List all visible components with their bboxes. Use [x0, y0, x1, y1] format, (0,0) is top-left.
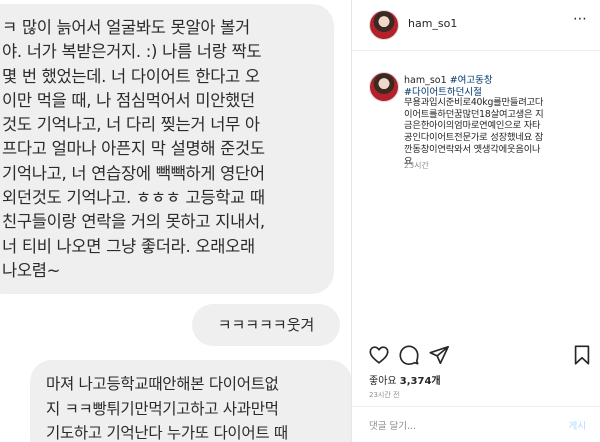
- caption-timestamp: 23시간: [404, 161, 429, 170]
- post-actions-bar: [368, 344, 593, 366]
- post-comment-button[interactable]: 게시: [569, 418, 586, 432]
- caption-text: 무용과입시준비로40kg를만들려고다 이어트를하던꿈많던18살여고생은 지 금은…: [404, 97, 544, 167]
- divider: [352, 406, 600, 407]
- likes-label: 좋아요: [369, 376, 397, 387]
- more-options-icon[interactable]: ⋯: [573, 12, 588, 26]
- chat-panel: ㅋ 많이 늙어서 얼굴봐도 못알아 볼거 야. 너가 복받은거지. :) 나름 …: [0, 0, 351, 442]
- likes-count[interactable]: 좋아요 3,374개: [369, 372, 441, 387]
- sent-message-bubble: ㅋㅋㅋㅋㅋ웃겨: [192, 304, 340, 346]
- comment-icon[interactable]: [398, 344, 420, 366]
- heart-icon[interactable]: [368, 344, 390, 366]
- caption-avatar[interactable]: [369, 72, 399, 102]
- bookmark-icon[interactable]: [571, 344, 593, 366]
- instagram-post-panel: ham_so1 ⋯ ham_so1 #여고동창 #다이어트하던시절 무용과입시준…: [351, 0, 600, 442]
- likes-number: 3,374개: [399, 376, 441, 387]
- post-username[interactable]: ham_so1: [408, 17, 457, 30]
- received-message-bubble: 마져 나고등학교때안해본 다이어트없 지 ㅋㅋ빵튀기만먹기고하고 사과만먹 기도…: [30, 360, 351, 442]
- avatar[interactable]: [369, 10, 399, 40]
- divider: [352, 50, 600, 51]
- post-timestamp: 23시간 전: [369, 391, 400, 399]
- received-message-bubble: ㅋ 많이 늙어서 얼굴봐도 못알아 볼거 야. 너가 복받은거지. :) 나름 …: [0, 4, 334, 294]
- share-icon[interactable]: [428, 344, 450, 366]
- hashtag-link[interactable]: #다이어트하던시절: [404, 84, 482, 98]
- comment-input[interactable]: 댓글 달기...: [369, 418, 416, 432]
